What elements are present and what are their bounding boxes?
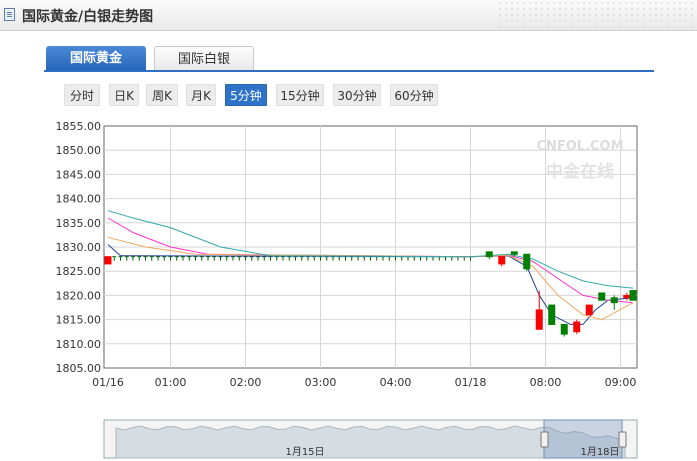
market-tabs: 国际黄金 国际白银 bbox=[0, 46, 697, 72]
watermark-brand: 中金在线 bbox=[546, 161, 614, 182]
y-tick-label: 1845.00 bbox=[56, 168, 102, 181]
candle-down bbox=[560, 323, 568, 335]
doc-icon bbox=[4, 8, 15, 21]
x-tick-label: 04:00 bbox=[380, 376, 412, 389]
tab-gold[interactable]: 国际黄金 bbox=[46, 46, 146, 71]
candle-up bbox=[573, 321, 581, 333]
period-5min-button[interactable]: 5分钟 bbox=[225, 84, 267, 106]
page-header: 国际黄金/白银走势图 bbox=[0, 0, 697, 31]
navigator-label: 1月15日 bbox=[285, 446, 324, 458]
candle-down bbox=[485, 251, 493, 258]
x-tick-label: 08:00 bbox=[530, 376, 562, 389]
y-tick-label: 1830.00 bbox=[56, 241, 102, 254]
period-daily-button[interactable]: 日K bbox=[109, 84, 139, 106]
candle-down bbox=[598, 292, 606, 301]
x-tick-label: 09:00 bbox=[605, 376, 637, 389]
header-pattern bbox=[497, 0, 697, 30]
navigator-handle[interactable] bbox=[540, 431, 549, 448]
tab-underline bbox=[44, 70, 654, 72]
period-30min-button[interactable]: 30分钟 bbox=[333, 84, 381, 106]
y-tick-label: 1810.00 bbox=[56, 338, 102, 351]
period-weekly-button[interactable]: 周K bbox=[146, 84, 178, 106]
y-tick-label: 1825.00 bbox=[56, 265, 102, 278]
candle-down bbox=[548, 304, 556, 325]
navigator-label: 1月18日 bbox=[580, 446, 619, 458]
candle-up bbox=[104, 256, 112, 265]
period-15min-button[interactable]: 15分钟 bbox=[276, 84, 324, 106]
navigator-handle[interactable] bbox=[618, 431, 627, 448]
x-tick-label: 01/16 bbox=[92, 376, 124, 389]
y-tick-label: 1805.00 bbox=[56, 362, 102, 375]
candle-up bbox=[535, 309, 543, 330]
period-intraday-button[interactable]: 分时 bbox=[64, 84, 100, 106]
y-tick-label: 1815.00 bbox=[56, 314, 102, 327]
candle-down bbox=[629, 290, 637, 301]
period-60min-button[interactable]: 60分钟 bbox=[390, 84, 438, 106]
tab-silver[interactable]: 国际白银 bbox=[154, 46, 254, 71]
candle-up bbox=[498, 256, 506, 265]
period-monthly-button[interactable]: 月K bbox=[186, 84, 216, 106]
x-tick-label: 03:00 bbox=[305, 376, 337, 389]
candle-up bbox=[623, 294, 631, 299]
candle-down bbox=[523, 253, 531, 270]
price-chart: 1855.00 1850.00 1845.00 1840.00 1835.00 1830.… bbox=[0, 112, 697, 461]
candle-down bbox=[510, 251, 518, 255]
y-tick-label: 1840.00 bbox=[56, 193, 102, 206]
y-tick-label: 1855.00 bbox=[56, 120, 102, 133]
y-tick-label: 1820.00 bbox=[56, 289, 102, 302]
x-tick-label: 01/18 bbox=[455, 376, 487, 389]
x-tick-label: 01:00 bbox=[155, 376, 187, 389]
page-title: 国际黄金/白银走势图 bbox=[22, 9, 154, 25]
watermark-domain: CNFOL.COM bbox=[536, 139, 623, 154]
candle-down bbox=[610, 297, 618, 304]
x-tick-label: 02:00 bbox=[230, 376, 262, 389]
candle-up bbox=[585, 304, 593, 316]
y-tick-label: 1850.00 bbox=[56, 144, 102, 157]
candlestick-chart-svg: 1855.00 1850.00 1845.00 1840.00 1835.00 1830.… bbox=[56, 120, 638, 459]
y-tick-label: 1835.00 bbox=[56, 217, 102, 230]
